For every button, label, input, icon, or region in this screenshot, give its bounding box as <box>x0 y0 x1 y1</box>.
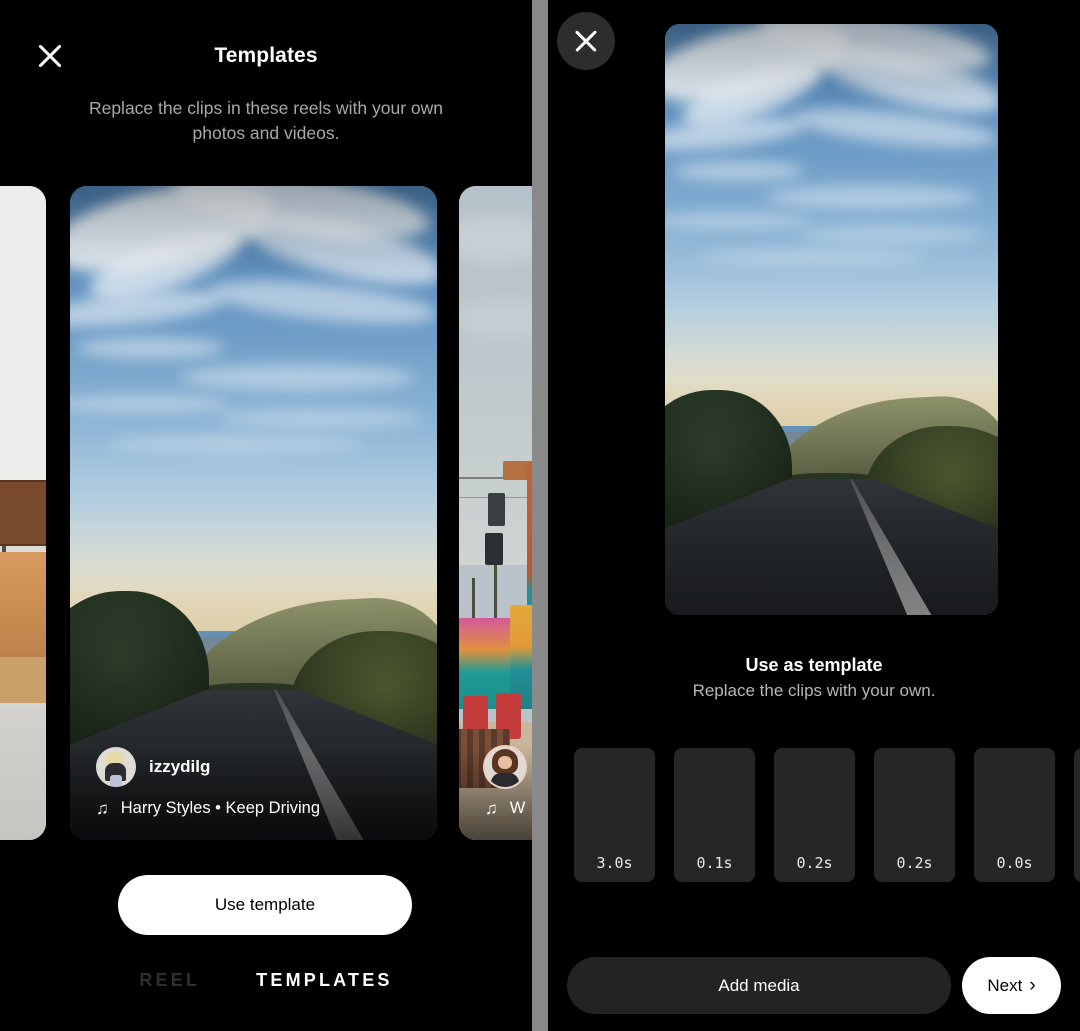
templates-screen: Templates Replace the clips in these ree… <box>0 0 1080 1031</box>
template-music[interactable]: ♫ Harry Styles • Keep Driving <box>70 799 437 818</box>
hero-thumbnail-coastal-road <box>665 24 998 615</box>
chevron-right-icon: › <box>1029 975 1036 996</box>
clip-slot[interactable]: 0.0s <box>974 748 1055 882</box>
music-note-icon: ♫ <box>96 799 109 818</box>
detail-actions: Add media Next › <box>567 957 1061 1014</box>
clip-duration: 3.0s <box>596 854 633 872</box>
template-card-next[interactable]: ♫ W <box>459 186 532 840</box>
clip-duration: 0.1s <box>696 854 733 872</box>
clip-slot[interactable]: 3.0s <box>574 748 655 882</box>
avatar <box>96 747 136 787</box>
templates-carousel[interactable]: izzydilg ♫ Harry Styles • Keep Driving ♫… <box>0 186 532 840</box>
detail-subtitle: Replace the clips with your own. <box>692 681 936 700</box>
use-template-button[interactable]: Use template <box>118 875 412 935</box>
clip-slots-row[interactable]: 3.0s 0.1s 0.2s 0.2s 0.0s <box>574 748 1080 882</box>
template-card-footer: izzydilg ♫ Harry Styles • Keep Driving <box>70 747 437 840</box>
template-preview-image[interactable] <box>665 24 998 615</box>
clip-duration: 0.0s <box>996 854 1033 872</box>
panel-divider <box>532 0 548 1031</box>
music-note-icon: ♫ <box>485 799 498 818</box>
clip-slot[interactable] <box>1074 748 1080 882</box>
template-card-footer-next: ♫ W <box>459 747 532 840</box>
clip-slot[interactable]: 0.2s <box>874 748 955 882</box>
page-subtitle: Replace the clips in these reels with yo… <box>88 98 444 143</box>
next-button-label: Next <box>987 975 1023 995</box>
detail-title: Use as template <box>745 655 883 675</box>
template-card-active[interactable]: izzydilg ♫ Harry Styles • Keep Driving <box>70 186 437 840</box>
avatar <box>485 747 525 787</box>
clip-duration: 0.2s <box>796 854 833 872</box>
left-panel-templates-browser: Templates Replace the clips in these ree… <box>0 0 532 1031</box>
tab-templates[interactable]: TEMPLATES <box>256 970 392 991</box>
right-panel-template-detail: Use as template Replace the clips with y… <box>548 0 1080 1031</box>
template-thumbnail-coastal-road <box>70 186 437 840</box>
bottom-tabs: REEL TEMPLATES <box>0 970 532 991</box>
tab-reel[interactable]: REEL <box>139 970 200 991</box>
template-thumbnail-boardwalk <box>459 186 532 840</box>
music-label: Harry Styles • Keep Driving <box>120 799 321 817</box>
username-label: izzydilg <box>149 757 211 776</box>
clip-slot[interactable]: 0.1s <box>674 748 755 882</box>
add-media-button[interactable]: Add media <box>567 957 951 1014</box>
clip-slot[interactable]: 0.2s <box>774 748 855 882</box>
clip-duration: 0.2s <box>896 854 933 872</box>
template-thumbnail-interior <box>0 186 46 840</box>
template-card-previous[interactable] <box>0 186 46 840</box>
template-author[interactable]: izzydilg <box>70 747 437 799</box>
page-title: Templates <box>214 44 318 67</box>
template-author-next[interactable] <box>459 747 532 799</box>
close-x-icon[interactable] <box>557 12 615 70</box>
template-music-next[interactable]: ♫ W <box>459 799 532 818</box>
next-button[interactable]: Next › <box>962 957 1061 1014</box>
music-label: W <box>509 799 526 817</box>
